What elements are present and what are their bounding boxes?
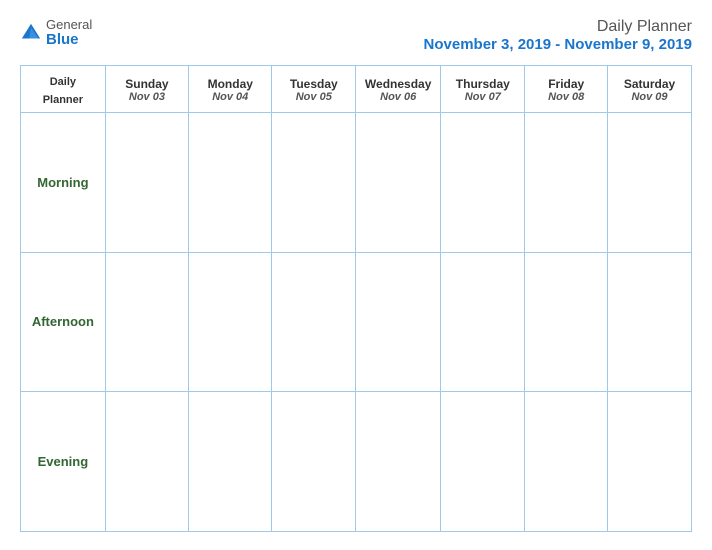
col-header-wednesday: Wednesday Nov 06 — [356, 66, 441, 113]
afternoon-friday[interactable] — [525, 252, 608, 392]
morning-friday[interactable] — [525, 113, 608, 253]
morning-wednesday[interactable] — [356, 113, 441, 253]
date-range: November 3, 2019 - November 9, 2019 — [424, 36, 692, 53]
logo: General Blue — [20, 18, 92, 49]
col-header-monday: Monday Nov 04 — [189, 66, 272, 113]
afternoon-thursday[interactable] — [441, 252, 525, 392]
logo-text: General Blue — [46, 18, 92, 49]
general-blue-icon — [20, 22, 42, 44]
afternoon-saturday[interactable] — [608, 252, 692, 392]
evening-tuesday[interactable] — [272, 392, 356, 532]
daily-planner-header: DailyPlanner — [21, 66, 106, 113]
page-title: Daily Planner — [424, 18, 692, 36]
evening-thursday[interactable] — [441, 392, 525, 532]
evening-label: Evening — [21, 392, 106, 532]
morning-monday[interactable] — [189, 113, 272, 253]
afternoon-label: Afternoon — [21, 252, 106, 392]
morning-sunday[interactable] — [105, 113, 188, 253]
afternoon-tuesday[interactable] — [272, 252, 356, 392]
morning-label: Morning — [21, 113, 106, 253]
col-header-tuesday: Tuesday Nov 05 — [272, 66, 356, 113]
evening-friday[interactable] — [525, 392, 608, 532]
afternoon-wednesday[interactable] — [356, 252, 441, 392]
logo-general: General — [46, 18, 92, 32]
col-header-saturday: Saturday Nov 09 — [608, 66, 692, 113]
morning-tuesday[interactable] — [272, 113, 356, 253]
table-row-evening: Evening — [21, 392, 692, 532]
table-row-morning: Morning — [21, 113, 692, 253]
col-header-thursday: Thursday Nov 07 — [441, 66, 525, 113]
col-header-friday: Friday Nov 08 — [525, 66, 608, 113]
page-header: General Blue Daily Planner November 3, 2… — [20, 18, 692, 53]
title-block: Daily Planner November 3, 2019 - Novembe… — [424, 18, 692, 53]
table-header-row: DailyPlanner Sunday Nov 03 Monday Nov 04… — [21, 66, 692, 113]
calendar-table: DailyPlanner Sunday Nov 03 Monday Nov 04… — [20, 65, 692, 532]
afternoon-sunday[interactable] — [105, 252, 188, 392]
evening-monday[interactable] — [189, 392, 272, 532]
evening-wednesday[interactable] — [356, 392, 441, 532]
logo-blue: Blue — [46, 32, 92, 49]
evening-sunday[interactable] — [105, 392, 188, 532]
morning-saturday[interactable] — [608, 113, 692, 253]
col-header-sunday: Sunday Nov 03 — [105, 66, 188, 113]
evening-saturday[interactable] — [608, 392, 692, 532]
table-row-afternoon: Afternoon — [21, 252, 692, 392]
morning-thursday[interactable] — [441, 113, 525, 253]
afternoon-monday[interactable] — [189, 252, 272, 392]
